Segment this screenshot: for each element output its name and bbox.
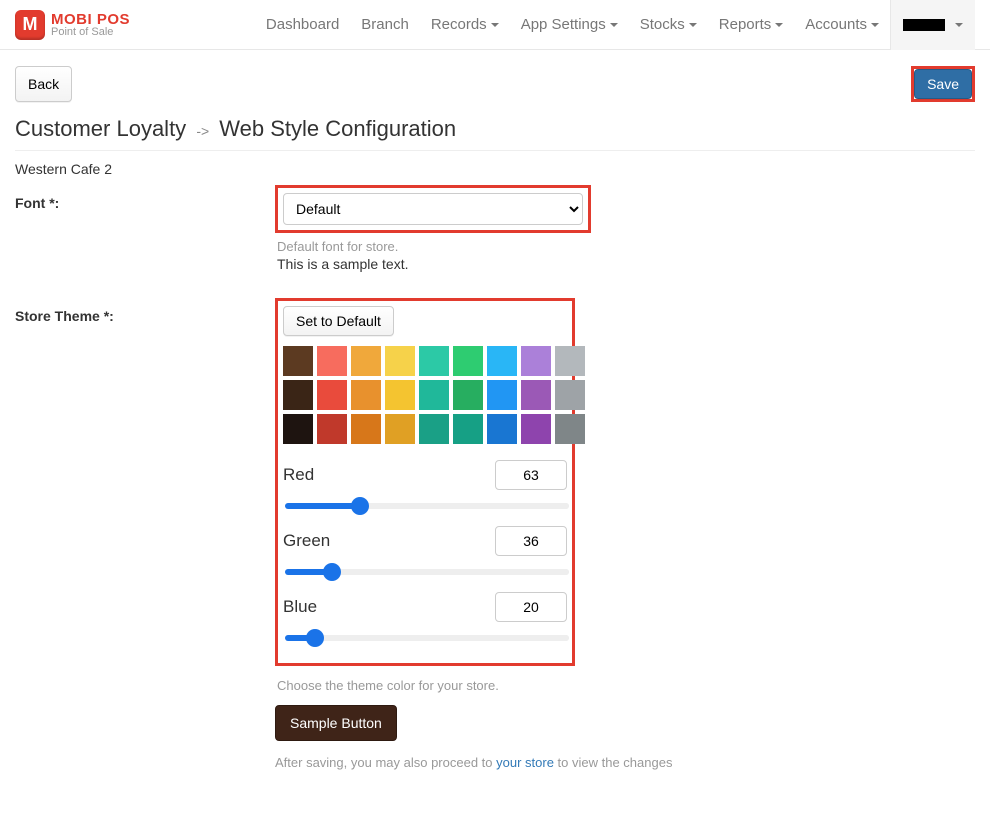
nav-app-settings-label: App Settings bbox=[521, 16, 606, 33]
green-slider[interactable] bbox=[285, 569, 569, 575]
theme-label: Store Theme *: bbox=[15, 298, 275, 324]
nav-app-settings[interactable]: App Settings bbox=[510, 0, 629, 50]
color-swatch[interactable] bbox=[521, 380, 551, 410]
sample-button[interactable]: Sample Button bbox=[275, 705, 397, 741]
color-swatch[interactable] bbox=[521, 414, 551, 444]
color-swatch[interactable] bbox=[283, 380, 313, 410]
brand-subtitle: Point of Sale bbox=[51, 27, 130, 38]
blue-input[interactable] bbox=[495, 592, 567, 622]
font-highlight: Default bbox=[275, 185, 591, 233]
nav-dashboard[interactable]: Dashboard bbox=[255, 0, 350, 50]
page-title: Customer Loyalty -> Web Style Configurat… bbox=[15, 116, 975, 142]
color-swatch[interactable] bbox=[453, 380, 483, 410]
title-page: Web Style Configuration bbox=[219, 116, 456, 141]
color-swatch[interactable] bbox=[351, 380, 381, 410]
chevron-down-icon bbox=[491, 23, 499, 27]
nav-reports-label: Reports bbox=[719, 16, 772, 33]
color-swatch[interactable] bbox=[555, 346, 585, 376]
color-swatch[interactable] bbox=[385, 414, 415, 444]
color-swatch[interactable] bbox=[283, 414, 313, 444]
chevron-down-icon bbox=[871, 23, 879, 27]
nav-stocks[interactable]: Stocks bbox=[629, 0, 708, 50]
color-swatch[interactable] bbox=[453, 414, 483, 444]
blue-slider[interactable] bbox=[285, 635, 569, 641]
branch-name: Western Cafe 2 bbox=[15, 161, 975, 177]
blue-label: Blue bbox=[283, 597, 317, 617]
proceed-text: After saving, you may also proceed to yo… bbox=[275, 755, 975, 770]
set-default-button[interactable]: Set to Default bbox=[283, 306, 394, 336]
color-swatch[interactable] bbox=[317, 346, 347, 376]
theme-highlight: Set to Default Red Green bbox=[275, 298, 575, 666]
color-swatch[interactable] bbox=[351, 414, 381, 444]
theme-helper: Choose the theme color for your store. bbox=[275, 678, 975, 693]
separator bbox=[15, 150, 975, 151]
chevron-down-icon bbox=[955, 23, 963, 27]
swatch-grid bbox=[283, 346, 567, 444]
chevron-down-icon bbox=[689, 23, 697, 27]
nav-stocks-label: Stocks bbox=[640, 16, 685, 33]
color-swatch[interactable] bbox=[419, 380, 449, 410]
color-swatch[interactable] bbox=[419, 346, 449, 376]
nav-branch[interactable]: Branch bbox=[350, 0, 420, 50]
red-input[interactable] bbox=[495, 460, 567, 490]
top-navbar: M MOBI POS Point of Sale Dashboard Branc… bbox=[0, 0, 990, 50]
nav-records[interactable]: Records bbox=[420, 0, 510, 50]
proceed-prefix: After saving, you may also proceed to bbox=[275, 755, 496, 770]
font-select[interactable]: Default bbox=[283, 193, 583, 225]
nav-records-label: Records bbox=[431, 16, 487, 33]
nav-reports[interactable]: Reports bbox=[708, 0, 795, 50]
proceed-link[interactable]: your store bbox=[496, 755, 554, 770]
color-swatch[interactable] bbox=[351, 346, 381, 376]
green-input[interactable] bbox=[495, 526, 567, 556]
save-highlight: Save bbox=[911, 66, 975, 102]
breadcrumb-arrow-icon: -> bbox=[196, 123, 209, 139]
red-slider[interactable] bbox=[285, 503, 569, 509]
nav-accounts[interactable]: Accounts bbox=[794, 0, 890, 50]
chevron-down-icon bbox=[775, 23, 783, 27]
nav-accounts-label: Accounts bbox=[805, 16, 867, 33]
save-button[interactable]: Save bbox=[914, 69, 972, 99]
color-swatch[interactable] bbox=[283, 346, 313, 376]
green-label: Green bbox=[283, 531, 330, 551]
back-button[interactable]: Back bbox=[15, 66, 72, 102]
red-label: Red bbox=[283, 465, 314, 485]
color-swatch[interactable] bbox=[487, 414, 517, 444]
chevron-down-icon bbox=[610, 23, 618, 27]
color-swatch[interactable] bbox=[487, 380, 517, 410]
color-swatch[interactable] bbox=[487, 346, 517, 376]
color-swatch[interactable] bbox=[317, 414, 347, 444]
proceed-suffix: to view the changes bbox=[554, 755, 673, 770]
color-swatch[interactable] bbox=[385, 346, 415, 376]
font-label: Font *: bbox=[15, 185, 275, 211]
color-swatch[interactable] bbox=[385, 380, 415, 410]
color-swatch[interactable] bbox=[419, 414, 449, 444]
brand-logo-icon: M bbox=[15, 10, 45, 40]
color-swatch[interactable] bbox=[521, 346, 551, 376]
user-menu[interactable] bbox=[890, 0, 975, 50]
brand: M MOBI POS Point of Sale bbox=[15, 10, 130, 40]
user-name-redacted bbox=[903, 19, 945, 31]
color-swatch[interactable] bbox=[317, 380, 347, 410]
color-swatch[interactable] bbox=[555, 380, 585, 410]
color-swatch[interactable] bbox=[453, 346, 483, 376]
font-sample: This is a sample text. bbox=[275, 256, 975, 272]
font-helper: Default font for store. bbox=[275, 239, 975, 254]
title-section: Customer Loyalty bbox=[15, 116, 186, 141]
brand-title: MOBI POS bbox=[51, 12, 130, 27]
color-swatch[interactable] bbox=[555, 414, 585, 444]
